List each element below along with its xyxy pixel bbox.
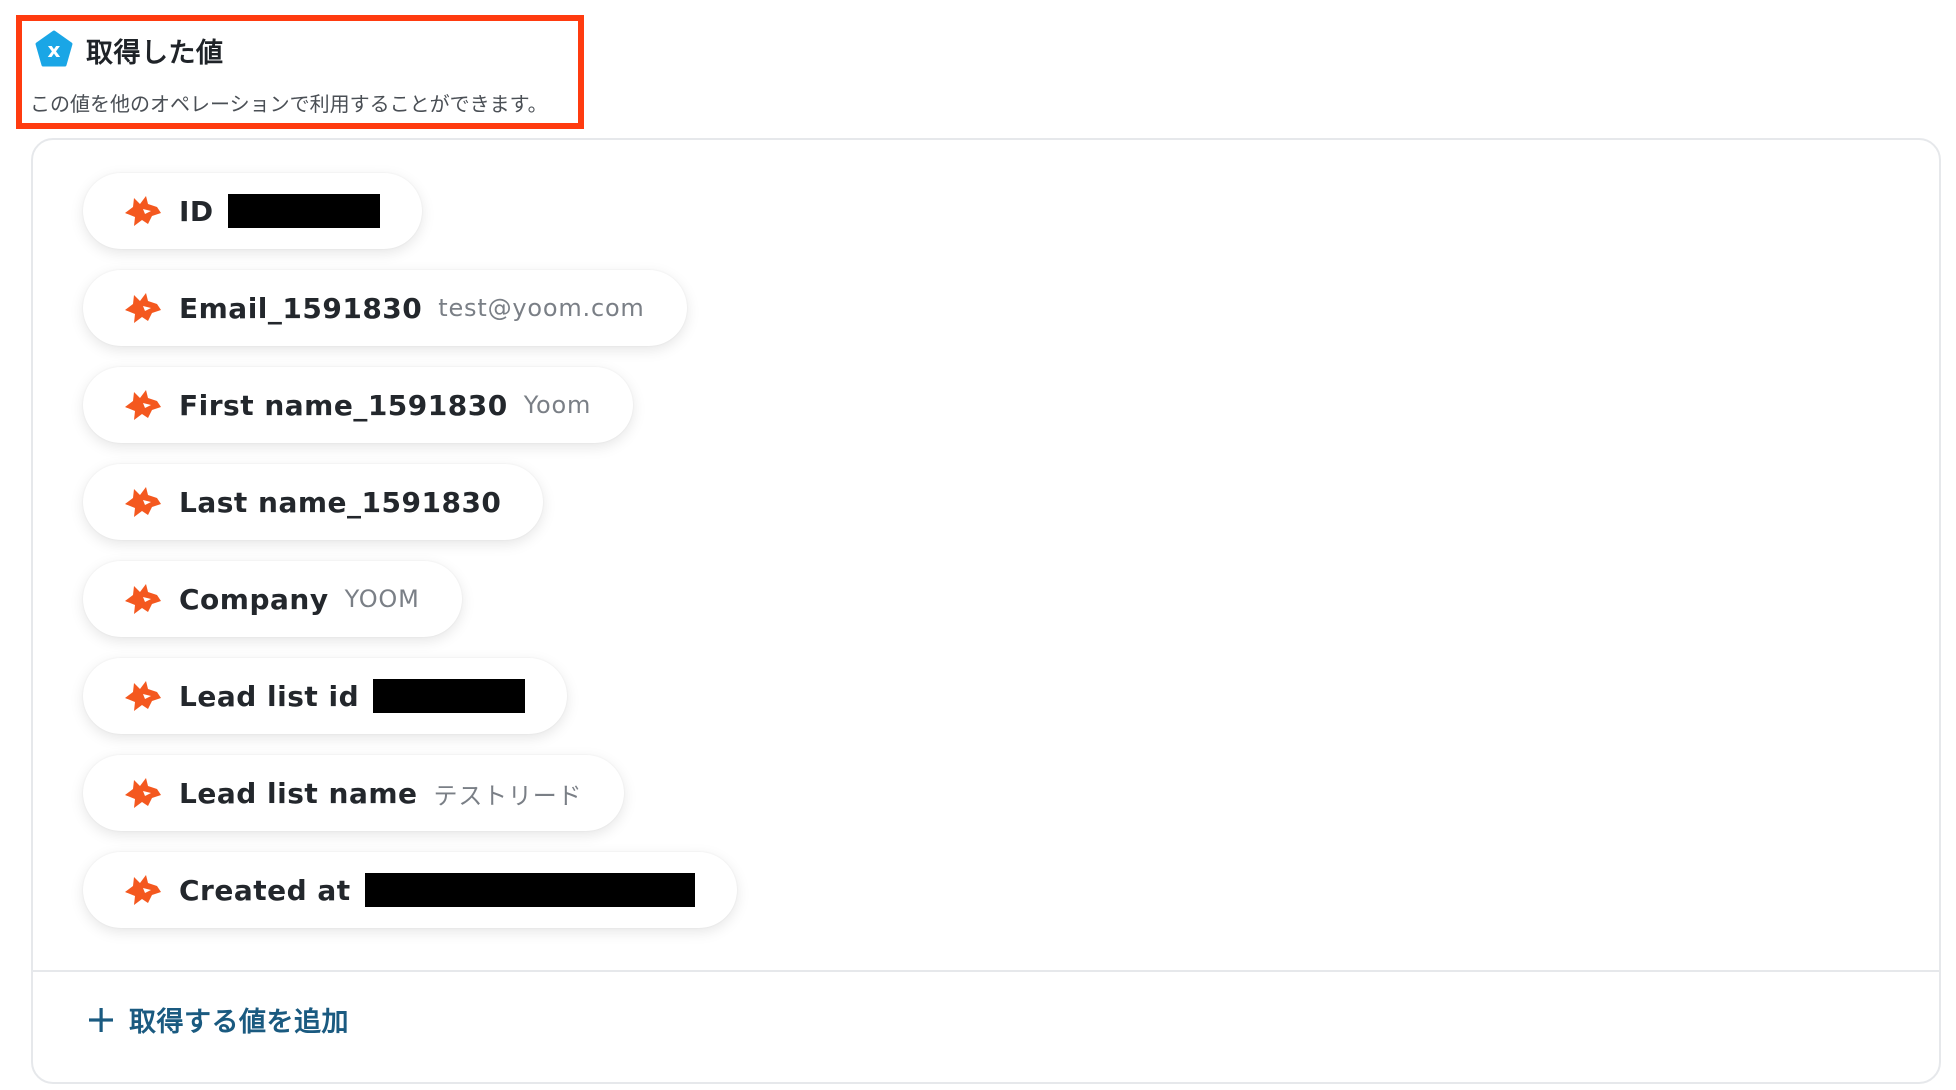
field-name: Email_1591830 [179, 291, 423, 325]
redacted-value [227, 194, 380, 228]
fox-logo-icon [125, 390, 161, 420]
add-value-button[interactable]: 取得する値を追加 [87, 1000, 349, 1039]
field-name: Lead list id [179, 679, 360, 713]
field-row: Company YOOM [83, 561, 737, 658]
field-name: Last name_1591830 [179, 485, 502, 519]
fox-logo-icon [125, 778, 161, 808]
field-pill[interactable]: Email_1591830 test@yoom.com [83, 270, 687, 346]
field-row: Created at [83, 852, 737, 949]
redacted-value [364, 873, 695, 907]
output-values-card: ID Email_1591830 test@yoom.com First name_1… [31, 138, 1941, 1084]
field-row: Last name_1591830 [83, 464, 737, 561]
field-pill[interactable]: Company YOOM [83, 561, 462, 637]
add-value-label: 取得する値を追加 [129, 1007, 349, 1038]
page-title: 取得した値 [86, 37, 224, 69]
field-name: ID [179, 194, 214, 228]
field-name: Lead list name [179, 776, 418, 810]
field-pill[interactable]: Lead list id [83, 658, 568, 734]
field-value: test@yoom.com [438, 294, 645, 322]
fox-logo-icon [125, 293, 161, 323]
plus-icon [89, 1007, 113, 1032]
redacted-value [373, 679, 526, 713]
field-value: YOOM [344, 585, 420, 613]
header-title-row: x 取得した値 [34, 30, 224, 70]
field-pill[interactable]: ID [83, 173, 422, 249]
fox-logo-icon [125, 196, 161, 226]
field-name: Company [179, 582, 329, 616]
field-name: First name_1591830 [179, 388, 508, 422]
x-variable-icon: x [34, 30, 74, 70]
field-row: Lead list id [83, 658, 737, 755]
field-name: Created at [179, 873, 351, 907]
field-list: ID Email_1591830 test@yoom.com First name_1… [83, 173, 737, 949]
field-value: Yoom [523, 391, 592, 419]
field-pill[interactable]: Lead list name テストリード [83, 755, 625, 831]
field-row: Email_1591830 test@yoom.com [83, 270, 737, 367]
fox-logo-icon [125, 875, 161, 905]
field-row: First name_1591830 Yoom [83, 367, 737, 464]
field-pill[interactable]: Created at [83, 852, 737, 928]
field-row: Lead list name テストリード [83, 755, 737, 852]
fox-logo-icon [125, 584, 161, 614]
field-pill[interactable]: First name_1591830 Yoom [83, 367, 634, 443]
field-value: テストリード [433, 781, 583, 810]
fox-logo-icon [125, 487, 161, 517]
svg-text:x: x [48, 38, 61, 62]
page-subtitle: この値を他のオペレーションで利用することができます。 [30, 92, 548, 116]
fox-logo-icon [125, 681, 161, 711]
field-row: ID [83, 173, 737, 270]
card-divider [33, 970, 1939, 972]
field-pill[interactable]: Last name_1591830 [83, 464, 544, 540]
